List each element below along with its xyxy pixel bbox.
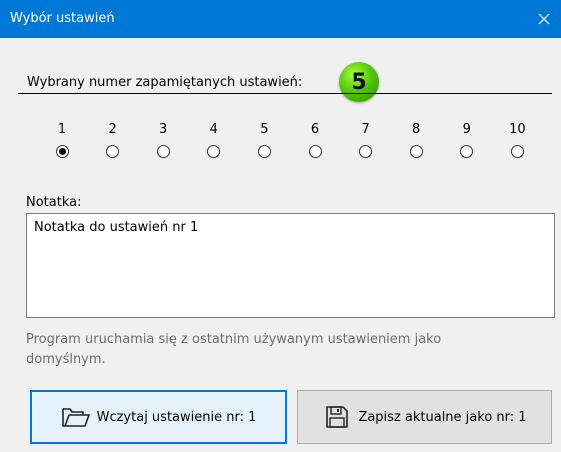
settings-option-label: 4 [209, 122, 218, 137]
close-icon [538, 13, 550, 25]
floppy-disk-icon [322, 404, 352, 430]
settings-option-6[interactable]: 6 [303, 121, 327, 158]
settings-option-label: 10 [509, 122, 526, 137]
settings-radio-5[interactable] [257, 145, 271, 158]
settings-radio-4[interactable] [207, 145, 221, 158]
settings-option-label: 8 [412, 122, 421, 137]
settings-option-label: 6 [310, 122, 320, 137]
settings-radio-3[interactable] [156, 145, 170, 158]
settings-option-10[interactable]: 10 [505, 121, 529, 158]
settings-option-label: 7 [361, 122, 370, 137]
settings-radio-1[interactable] [55, 145, 69, 158]
title-bar: Wybór ustawień [0, 0, 561, 38]
close-button[interactable] [527, 0, 561, 38]
settings-option-label: 5 [260, 122, 269, 137]
settings-option-5[interactable]: 5 [252, 121, 276, 158]
settings-radio-9[interactable] [460, 145, 474, 158]
save-settings-button[interactable]: Zapisz aktualne jako nr: 1 [297, 390, 552, 444]
selected-settings-heading: Wybrany numer zapamiętanych ustawień: [27, 75, 303, 90]
note-label: Notatka: [26, 195, 82, 210]
settings-radio-8[interactable] [409, 145, 423, 158]
settings-option-8[interactable]: 8 [404, 121, 428, 158]
settings-option-3[interactable]: 3 [151, 121, 175, 158]
settings-radio-10[interactable] [510, 145, 524, 158]
current-settings-number-badge: 5 [339, 62, 379, 102]
folder-open-icon [61, 404, 91, 430]
heading-divider [18, 93, 552, 94]
settings-option-9[interactable]: 9 [455, 121, 479, 158]
settings-option-label: 1 [57, 122, 67, 137]
settings-option-4[interactable]: 4 [202, 121, 226, 158]
settings-option-label: 3 [159, 122, 168, 137]
note-textarea[interactable]: Notatka do ustawień nr 1 [26, 213, 555, 318]
settings-option-1[interactable]: 1 [50, 121, 74, 158]
settings-option-2[interactable]: 2 [101, 121, 125, 158]
settings-dialog: Wybór ustawień Wybrany numer zapamiętany… [0, 0, 561, 452]
load-settings-label: Wczytaj ustawienie nr: 1 [96, 409, 257, 425]
settings-option-7[interactable]: 7 [354, 121, 378, 158]
window-title: Wybór ustawień [10, 11, 115, 26]
settings-radio-2[interactable] [106, 145, 120, 158]
load-settings-button[interactable]: Wczytaj ustawienie nr: 1 [30, 390, 287, 444]
save-settings-label: Zapisz aktualne jako nr: 1 [358, 409, 527, 425]
info-text: Program uruchamia się z ostatnim używany… [26, 332, 442, 367]
settings-option-label: 9 [462, 122, 471, 137]
settings-radio-6[interactable] [308, 145, 322, 158]
settings-radio-7[interactable] [359, 145, 373, 158]
settings-option-label: 2 [108, 122, 117, 137]
